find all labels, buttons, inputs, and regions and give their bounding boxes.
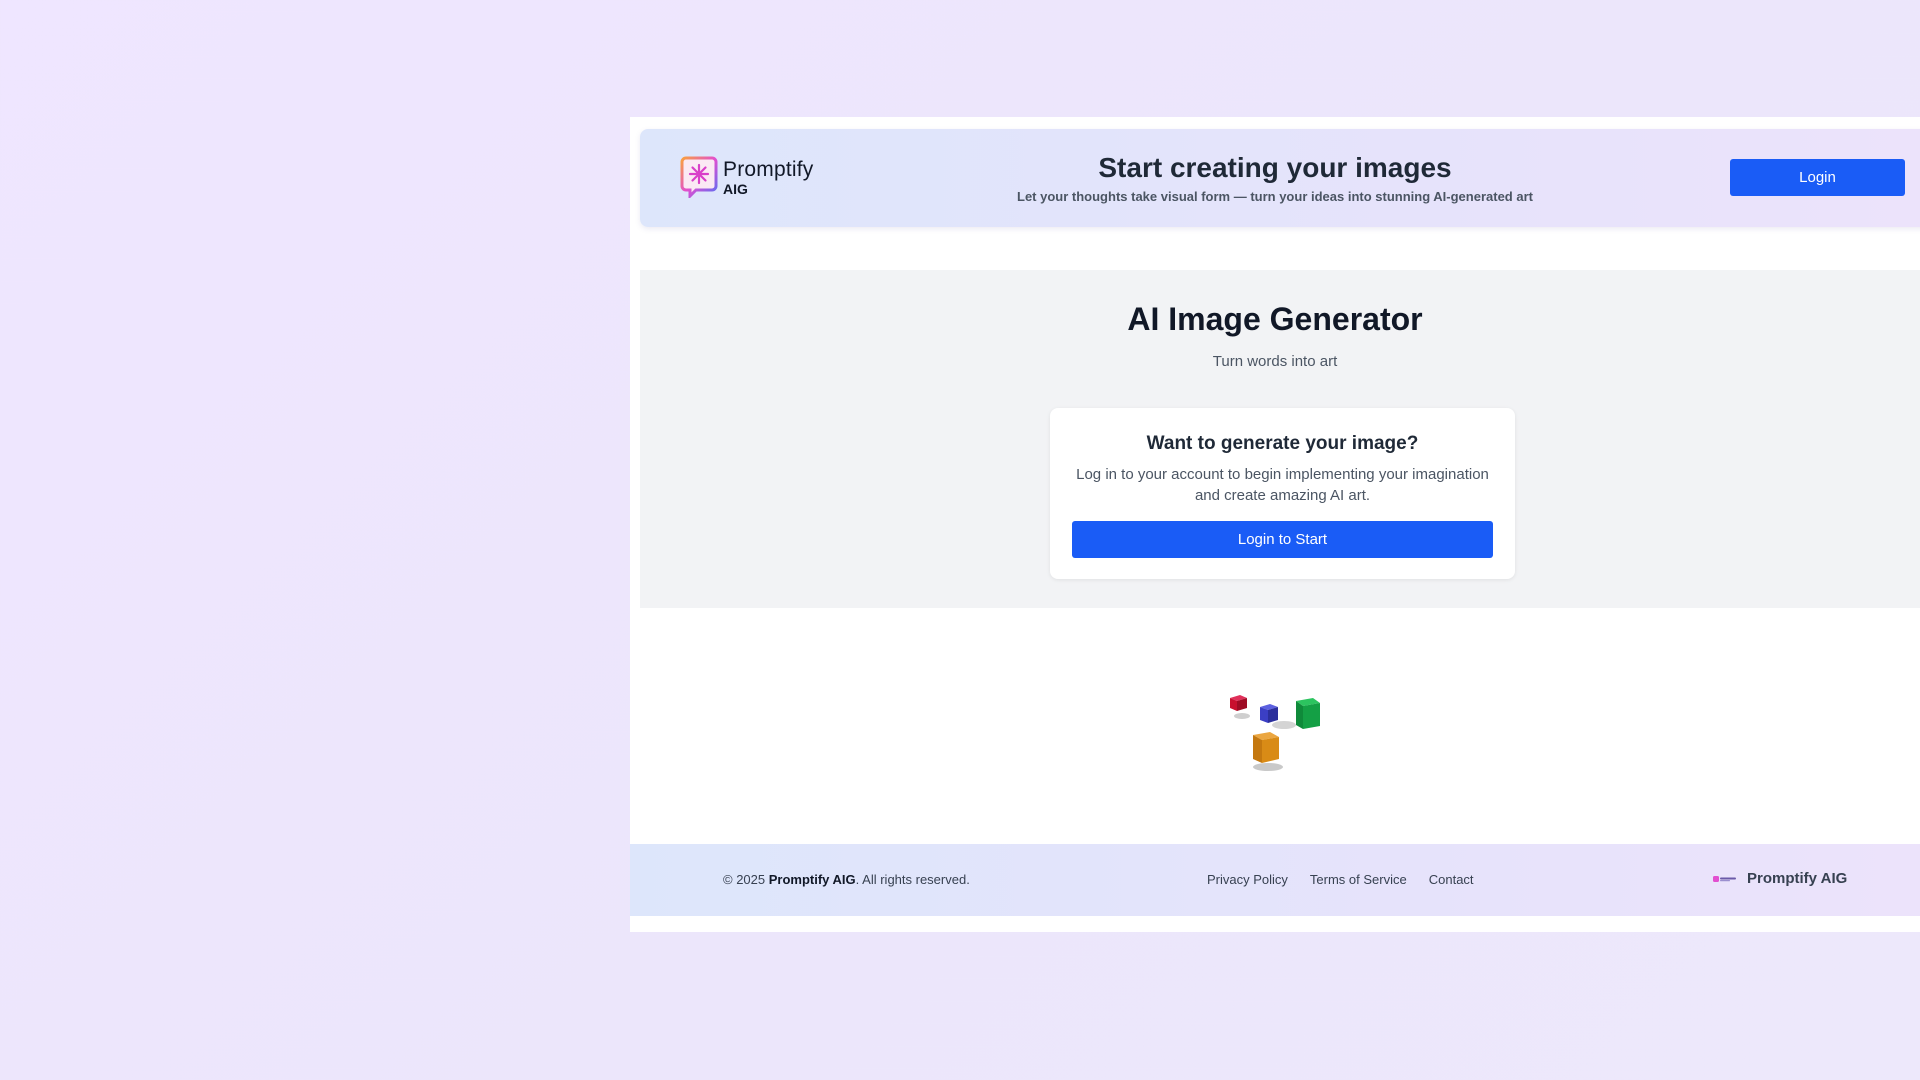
- footer-brand[interactable]: Promptify AIG: [1713, 870, 1847, 887]
- login-button[interactable]: Login: [1730, 159, 1905, 196]
- footer-brand-name: Promptify AIG: [1747, 870, 1848, 887]
- generator-section: AI Image Generator Turn words into art W…: [640, 270, 1920, 608]
- contact-link[interactable]: Contact: [1429, 872, 1474, 887]
- privacy-policy-link[interactable]: Privacy Policy: [1207, 872, 1288, 887]
- footer: © 2025 Promptify AIG. All rights reserve…: [630, 844, 1920, 916]
- app-page: Promptify AIG Start creating your images…: [630, 117, 1920, 932]
- login-to-start-button[interactable]: Login to Start: [1072, 521, 1493, 558]
- login-prompt-card: Want to generate your image? Log in to y…: [1050, 408, 1515, 579]
- blue-cube-icon: [1260, 704, 1278, 723]
- hero-subtitle: Let your thoughts take visual form — tur…: [1017, 189, 1533, 204]
- generator-title: AI Image Generator: [1127, 301, 1423, 337]
- generator-subtitle: Turn words into art: [1212, 353, 1338, 370]
- red-cube-icon: [1230, 695, 1247, 711]
- copyright-brand: Promptify AIG: [768, 872, 856, 887]
- green-cube-icon: [1296, 698, 1320, 729]
- header-banner: Promptify AIG Start creating your images…: [640, 129, 1920, 227]
- small-logo-icon: [1713, 875, 1736, 882]
- copyright-text: © 2025 Promptify AIG. All rights reserve…: [723, 872, 970, 887]
- footer-links: Privacy Policy Terms of Service Contact: [1207, 872, 1474, 887]
- orange-cube-icon: [1253, 732, 1279, 763]
- terms-of-service-link[interactable]: Terms of Service: [1310, 872, 1407, 887]
- floating-cubes-illustration: [1230, 695, 1320, 771]
- card-text: Log in to your account to begin implemen…: [1076, 466, 1489, 504]
- hero-title: Start creating your images: [1098, 152, 1452, 183]
- card-title: Want to generate your image?: [1146, 433, 1419, 454]
